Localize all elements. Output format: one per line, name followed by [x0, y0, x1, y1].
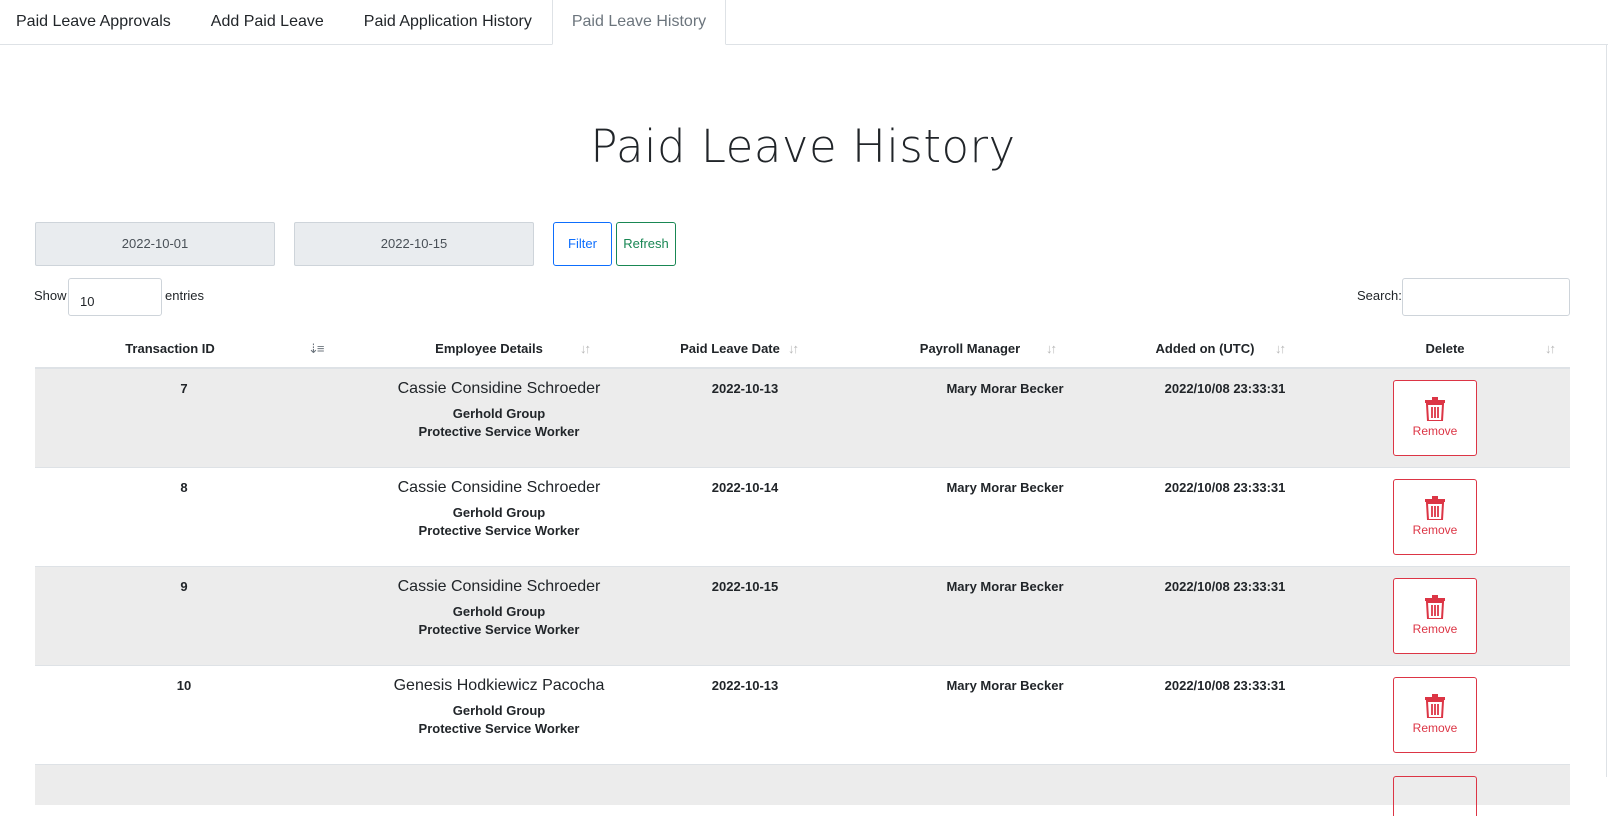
paid-leave-date: 2022-10-13	[711, 678, 779, 693]
sort-icon[interactable]: ↓↑	[788, 330, 799, 369]
employee-company: Gerhold Group	[452, 703, 546, 718]
remove-label: Remove	[1412, 721, 1458, 735]
employee-name: Cassie Considine Schroeder	[397, 380, 601, 397]
trash-icon	[1425, 496, 1445, 520]
transaction-id: 9	[180, 579, 188, 594]
table-row: 10 Genesis Hodkiewicz Pacocha Gerhold Gr…	[35, 666, 1570, 765]
employee-company: Gerhold Group	[452, 604, 546, 619]
column-header-paid-leave-date[interactable]: Paid Leave Date	[610, 330, 850, 369]
employee-company: Gerhold Group	[452, 505, 546, 520]
sort-icon[interactable]: ↓↑	[1545, 330, 1556, 369]
added-on: 2022/10/08 23:33:31	[1164, 480, 1286, 495]
sort-icon[interactable]: ↓↑	[580, 330, 591, 369]
remove-label: Remove	[1412, 523, 1458, 537]
employee-name: Genesis Hodkiewicz Pacocha	[393, 677, 605, 694]
remove-button[interactable]: Remove	[1393, 677, 1477, 753]
added-on: 2022/10/08 23:33:31	[1164, 381, 1286, 396]
tab-paid-application-history[interactable]: Paid Application History	[344, 0, 552, 44]
tab-add-paid-leave[interactable]: Add Paid Leave	[191, 0, 344, 44]
employee-title: Protective Service Worker	[418, 721, 580, 736]
employee-company: Gerhold Group	[452, 406, 546, 421]
remove-button[interactable]	[1393, 776, 1477, 816]
paid-leave-date: 2022-10-13	[711, 381, 779, 396]
employee-title: Protective Service Worker	[418, 622, 580, 637]
paid-leave-table: Transaction ID ⇣≡ Employee Details ↓↑ Pa…	[35, 330, 1570, 816]
table-row: 7 Cassie Considine Schroeder Gerhold Gro…	[35, 369, 1570, 468]
employee-details: Cassie Considine Schroeder Gerhold Group…	[333, 577, 665, 639]
trash-icon	[1425, 595, 1445, 619]
end-date-input[interactable]: 2022-10-15	[294, 222, 534, 266]
start-date-input[interactable]: 2022-10-01	[35, 222, 275, 266]
table-row: 8 Cassie Considine Schroeder Gerhold Gro…	[35, 468, 1570, 567]
employee-name: Cassie Considine Schroeder	[397, 578, 601, 595]
remove-button[interactable]: Remove	[1393, 578, 1477, 654]
transaction-id: 8	[180, 480, 188, 495]
added-on: 2022/10/08 23:33:31	[1164, 579, 1286, 594]
remove-label: Remove	[1412, 424, 1458, 438]
sort-icon[interactable]: ↓↑	[1275, 330, 1286, 369]
entries-label: entries	[165, 288, 205, 303]
employee-details: Cassie Considine Schroeder Gerhold Group…	[333, 379, 665, 441]
column-header-delete[interactable]: Delete	[1305, 330, 1585, 369]
added-on: 2022/10/08 23:33:31	[1164, 678, 1286, 693]
tab-paid-leave-history[interactable]: Paid Leave History	[551, 0, 727, 45]
tab-bar: Paid Leave Approvals Add Paid Leave Paid…	[0, 0, 1608, 45]
show-label: Show	[34, 288, 67, 303]
page-title: Paid Leave History	[590, 120, 1016, 173]
transaction-id: 7	[180, 381, 188, 396]
entries-length-input[interactable]: 10	[68, 278, 162, 316]
paid-leave-date: 2022-10-15	[711, 579, 779, 594]
sort-icon[interactable]: ⇣≡	[308, 330, 325, 369]
employee-title: Protective Service Worker	[418, 523, 580, 538]
trash-icon	[1425, 694, 1445, 718]
paid-leave-date: 2022-10-14	[711, 480, 779, 495]
search-label: Search:	[1357, 288, 1402, 303]
column-header-transaction-id[interactable]: Transaction ID	[35, 330, 305, 369]
table-header: Transaction ID ⇣≡ Employee Details ↓↑ Pa…	[35, 330, 1570, 369]
table-row	[35, 765, 1570, 816]
remove-button[interactable]: Remove	[1393, 380, 1477, 456]
search-input[interactable]	[1402, 278, 1570, 316]
content-panel-border	[1606, 45, 1621, 777]
column-header-added-on[interactable]: Added on (UTC)	[1070, 330, 1340, 369]
column-header-employee-details[interactable]: Employee Details	[333, 330, 645, 369]
transaction-id: 10	[176, 678, 192, 693]
sort-icon[interactable]: ↓↑	[1046, 330, 1057, 369]
filter-button[interactable]: Filter	[553, 222, 612, 266]
remove-label: Remove	[1412, 622, 1458, 636]
employee-details: Cassie Considine Schroeder Gerhold Group…	[333, 478, 665, 540]
trash-icon	[1425, 397, 1445, 421]
employee-name: Cassie Considine Schroeder	[397, 479, 601, 496]
remove-button[interactable]: Remove	[1393, 479, 1477, 555]
tab-paid-leave-approvals[interactable]: Paid Leave Approvals	[0, 0, 191, 44]
employee-title: Protective Service Worker	[418, 424, 580, 439]
refresh-button[interactable]: Refresh	[616, 222, 676, 266]
table-row: 9 Cassie Considine Schroeder Gerhold Gro…	[35, 567, 1570, 666]
employee-details: Genesis Hodkiewicz Pacocha Gerhold Group…	[333, 676, 665, 738]
